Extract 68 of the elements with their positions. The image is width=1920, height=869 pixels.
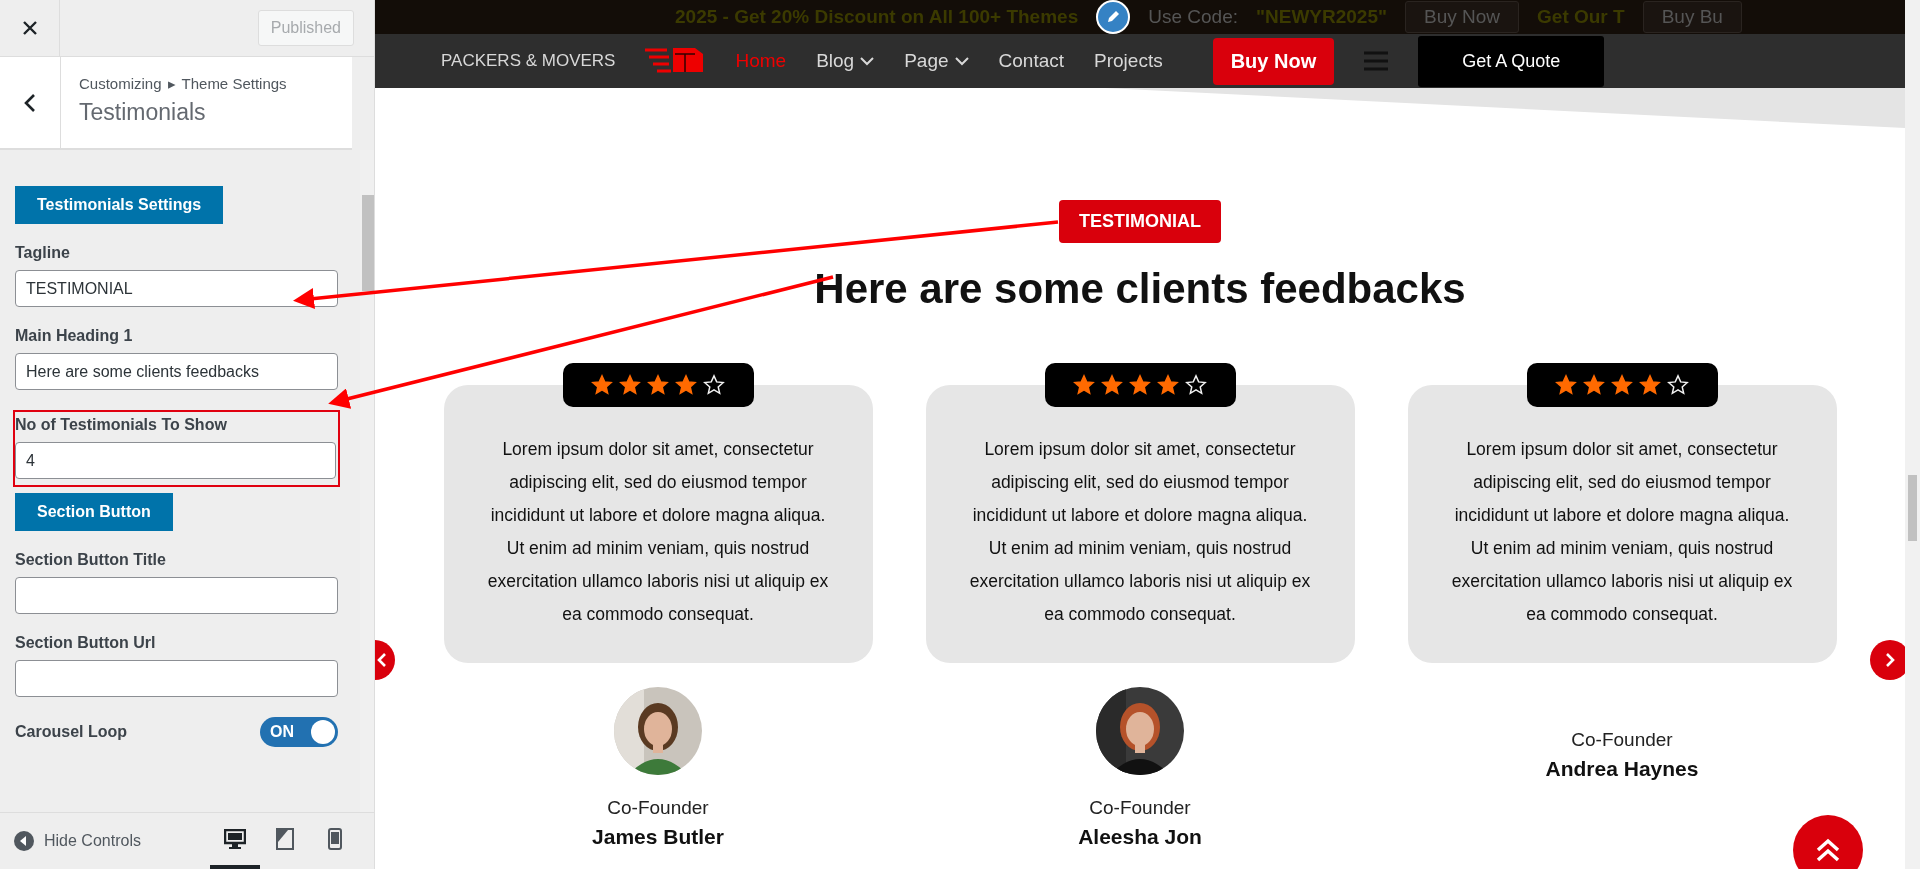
phone-icon [328,828,342,850]
next-button[interactable] [1870,640,1905,680]
nav-link[interactable]: Page [904,50,969,72]
text-field[interactable] [15,660,338,697]
star-icon [1101,374,1123,396]
hide-controls-button[interactable]: Hide Controls [14,831,141,851]
star-icon [1555,374,1577,396]
truck-icon [645,46,706,76]
scroll-to-top-button[interactable] [1793,815,1863,869]
person-name: James Butler [592,825,724,849]
field-label: Tagline [15,244,71,262]
desktop-icon [224,829,246,849]
person-role: Co-Founder [607,797,709,819]
panel-title: Testimonials [79,99,207,126]
text-field[interactable]: 4 [15,442,336,479]
promo-code-label: Use Code: [1148,6,1238,28]
field-label: Section Button Url [15,634,157,652]
star-icon [1583,374,1605,396]
breadcrumb-separator: ▸ [167,75,176,93]
close-icon[interactable] [22,21,37,35]
star-icon [675,374,697,396]
tablet-icon [276,828,294,850]
site-logo-text[interactable]: PACKERS & MOVERS [441,51,616,71]
star-icon [647,374,669,396]
nav-link[interactable]: Blog [816,50,875,72]
star-icon [1639,374,1661,396]
text-field[interactable] [15,577,338,614]
person-name: Andrea Haynes [1545,757,1699,781]
text-field[interactable]: Here are some clients feedbacks [15,353,338,390]
double-chevron-up-icon [1815,837,1841,863]
toggle-switch[interactable]: ON [260,717,338,747]
star-icon [1185,374,1207,396]
breadcrumb-link[interactable]: Customizing [79,75,162,93]
section-heading: Here are some clients feedbacks [814,265,1466,313]
star-icon [1611,374,1633,396]
section-heading-button[interactable]: Testimonials Settings [15,186,224,224]
pencil-icon [1106,10,1121,24]
field-label: No of Testimonials To Show [15,416,228,434]
page-scrollbar[interactable] [1905,0,1920,869]
back-icon[interactable] [24,92,36,113]
text-field[interactable]: TESTIMONIAL [15,270,338,307]
testimonial-text: Lorem ipsum dolor sit amet, consectetur adipiscing elit, sed do eiusmod tempor incididunt ut labore et dolore magna aliqua. Ut enim ad minim veniam, quis nostrud exercitation ullamco laboris nisi ut aliquip ex ea commodo consequat. [925,385,1355,663]
field-label: Main Heading 1 [15,327,134,345]
person-name: Aleesha Jon [1078,825,1202,849]
edit-pencil-button[interactable] [1096,0,1131,34]
testimonial-text: Lorem ipsum dolor sit amet, consectetur adipiscing elit, sed do eiusmod tempor incididunt ut labore et dolore magna aliqua. Ut enim ad minim veniam, quis nostrud exercitation ullamco laboris nisi ut aliquip ex ea commodo consequat. [1407,385,1837,663]
person-role: Co-Founder [1089,797,1191,819]
chevron-left-icon [377,653,387,667]
star-icon [1667,374,1689,396]
nav-link[interactable]: Contact [998,50,1065,72]
testimonial-text: Lorem ipsum dolor sit amet, consectetur adipiscing elit, sed do eiusmod tempor incididunt ut labore et dolore magna aliqua. Ut enim ad minim veniam, quis nostrud exercitation ullamco laboris nisi ut aliquip ex ea commodo consequat. [443,385,873,663]
star-icon [1157,374,1179,396]
collapse-icon [14,831,34,851]
nav-link[interactable]: Projects [1094,50,1163,72]
star-icon [591,374,613,396]
toggle-label: Carousel Loop [15,723,127,741]
section-tagline: TESTIMONIAL [1059,200,1221,243]
star-icon [1129,374,1151,396]
field-label: Section Button Title [15,551,167,569]
section-heading-button[interactable]: Section Button [15,493,173,531]
person-role: Co-Founder [1571,729,1673,751]
buy-now-button[interactable]: Buy Now [1212,37,1335,85]
breadcrumb-link[interactable]: Theme Settings [181,75,287,93]
chevron-right-icon [1885,653,1895,667]
get-quote-button[interactable]: Get A Quote [1418,35,1605,87]
star-icon [703,374,725,396]
star-icon [1073,374,1095,396]
star-icon [619,374,641,396]
